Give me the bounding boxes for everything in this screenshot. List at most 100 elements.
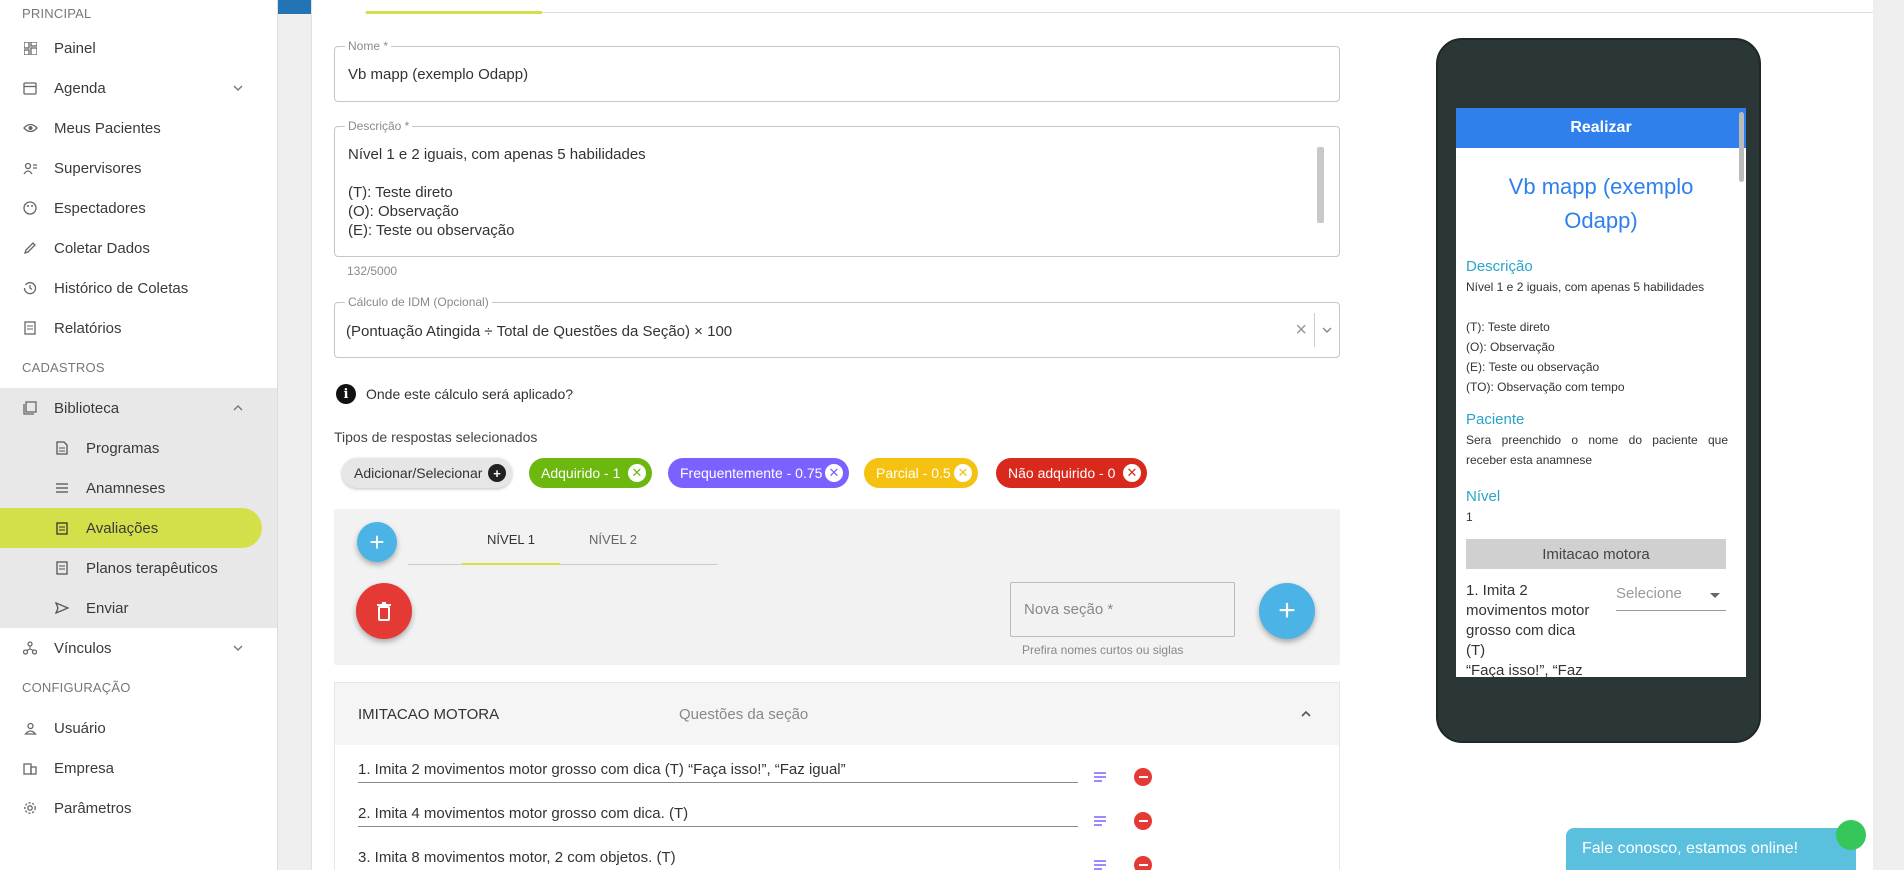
sidebar-item-enviar[interactable]: Enviar (0, 588, 277, 628)
description-counter: 132/5000 (347, 264, 398, 278)
remove-question-button[interactable] (1134, 768, 1152, 786)
tab-nivel-1[interactable]: NÍVEL 1 (462, 532, 560, 565)
description-line: (O): Observação (348, 203, 459, 220)
levels-panel: + NÍVEL 1 NÍVEL 2 Nova seção * Prefira n… (334, 509, 1340, 665)
sidebar-item-label: Espectadores (54, 199, 146, 217)
phone-screen[interactable]: Realizar Vb mapp (exemplo Odapp) Descriç… (1456, 108, 1746, 677)
sidebar-item-relatorios[interactable]: Relatórios (0, 308, 277, 348)
tab-nivel-2[interactable]: NÍVEL 2 (568, 532, 658, 562)
close-icon[interactable]: ✕ (954, 464, 972, 482)
sidebar-item-avaliacoes[interactable]: Avaliações (0, 508, 262, 548)
sidebar-item-label: Coletar Dados (54, 239, 150, 257)
delete-level-button[interactable] (356, 583, 412, 639)
sidebar-item-usuario[interactable]: Usuário (0, 708, 277, 748)
sidebar-item-vinculos[interactable]: Vínculos (0, 628, 277, 668)
clipboard-icon (54, 520, 70, 536)
chevron-down-icon (233, 85, 243, 91)
sidebar-item-label: Vínculos (54, 639, 112, 657)
close-icon[interactable]: ✕ (1123, 464, 1141, 482)
sidebar-item-agenda[interactable]: Agenda (0, 68, 277, 108)
sidebar-section-cadastros: CADASTROS (22, 360, 105, 375)
chip-label: Adquirido - 1 (541, 465, 621, 481)
chevron-up-icon (233, 405, 243, 411)
sidebar-item-espectadores[interactable]: Espectadores (0, 188, 277, 228)
chevron-up-icon[interactable] (1299, 707, 1313, 721)
eye-icon (22, 120, 38, 136)
clear-icon[interactable]: × (1295, 319, 1307, 342)
sidebar-item-supervisores[interactable]: Supervisores (0, 148, 277, 188)
description-text[interactable]: Nível 1 e 2 iguais, com apenas 5 habilid… (348, 145, 646, 240)
realizar-button[interactable]: Realizar (1456, 108, 1746, 148)
sidebar-item-parametros[interactable]: Parâmetros (0, 788, 277, 828)
name-field[interactable]: Nome * Vb mapp (exemplo Odapp) (334, 39, 1340, 102)
edit-icon[interactable] (1092, 814, 1108, 828)
preview-answer-select[interactable]: Selecione (1616, 581, 1726, 611)
question-row[interactable]: 3. Imita 8 movimentos motor, 2 com objet… (358, 841, 1078, 870)
sidebar-item-label: Supervisores (54, 159, 142, 177)
sidebar-item-coletar-dados[interactable]: Coletar Dados (0, 228, 277, 268)
chat-widget[interactable]: Fale conosco, estamos online! (1566, 820, 1866, 870)
pencil-icon (22, 240, 38, 256)
preview-description-line: (T): Teste direto (1466, 320, 1550, 334)
new-section-input[interactable]: Nova seção * (1010, 582, 1235, 637)
preview-level-value: 1 (1466, 510, 1473, 524)
close-icon[interactable]: ✕ (628, 464, 646, 482)
plus-icon: + (1278, 594, 1296, 627)
sidebar-item-painel[interactable]: Painel (0, 28, 277, 68)
send-icon (54, 600, 70, 616)
add-level-button[interactable]: + (357, 522, 397, 562)
header-accent-bar (278, 0, 311, 14)
edit-icon[interactable] (1092, 858, 1108, 870)
preview-level-label: Nível (1466, 488, 1501, 505)
question-row[interactable]: 2. Imita 4 movimentos motor grosso com d… (358, 797, 1078, 827)
chip-label: Parcial - 0.5 (876, 465, 951, 481)
sidebar-item-planos-terapeuticos[interactable]: Planos terapêuticos (0, 548, 277, 588)
sidebar-item-biblioteca[interactable]: Biblioteca (0, 388, 277, 428)
close-icon[interactable]: ✕ (825, 464, 843, 482)
description-scrollbar[interactable] (1317, 147, 1324, 223)
idm-select[interactable]: Cálculo de IDM (Opcional) (Pontuação Ati… (334, 295, 1340, 358)
add-section-button[interactable]: + (1259, 583, 1315, 639)
phone-preview: Realizar Vb mapp (exemplo Odapp) Descriç… (1436, 38, 1761, 743)
remove-question-button[interactable] (1134, 812, 1152, 830)
preview-description-line: Nível 1 e 2 iguais, com apenas 5 habilid… (1466, 280, 1705, 294)
sidebar-item-label: Relatórios (54, 319, 122, 337)
phone-scrollbar[interactable] (1739, 112, 1744, 182)
sidebar-item-label: Enviar (86, 599, 129, 617)
response-chip-nao-adquirido[interactable]: Não adquirido - 0 ✕ (996, 458, 1147, 488)
name-field-value[interactable]: Vb mapp (exemplo Odapp) (348, 66, 528, 83)
section-accordion: IMITACAO MOTORA Questões da seção 1. Imi… (334, 682, 1340, 870)
idm-info-text: Onde este cálculo será aplicado? (366, 386, 574, 402)
tab-divider (365, 12, 1873, 13)
section-header[interactable]: IMITACAO MOTORA Questões da seção (335, 683, 1339, 745)
gear-icon (22, 800, 38, 816)
question-row[interactable]: 1. Imita 2 movimentos motor grosso com d… (358, 753, 1078, 783)
idm-info[interactable]: i Onde este cálculo será aplicado? (336, 384, 573, 404)
response-chip-adquirido[interactable]: Adquirido - 1 ✕ (529, 458, 652, 488)
edit-icon[interactable] (1092, 770, 1108, 784)
remove-question-button[interactable] (1134, 856, 1152, 870)
chevron-down-icon[interactable] (1320, 323, 1334, 337)
preview-question-line: “Faça isso!”, “Faz (1466, 662, 1583, 677)
sidebar-item-label: Empresa (54, 759, 115, 777)
sidebar-item-label: Agenda (54, 79, 106, 97)
add-select-label: Adicionar/Selecionar (354, 465, 483, 481)
description-field[interactable]: Descrição * Nível 1 e 2 iguais, com apen… (334, 119, 1340, 257)
sidebar-item-label: Parâmetros (54, 799, 132, 817)
sidebar-item-meus-pacientes[interactable]: Meus Pacientes (0, 108, 277, 148)
sidebar-item-label: Painel (54, 39, 96, 57)
response-types-title: Tipos de respostas selecionados (334, 429, 538, 445)
active-tab-indicator (366, 11, 542, 14)
add-select-response-button[interactable]: Adicionar/Selecionar + (342, 458, 512, 488)
sidebar-item-label: Avaliações (86, 519, 159, 537)
response-chip-parcial[interactable]: Parcial - 0.5 ✕ (864, 458, 978, 488)
preview-patient-text: Sera preenchido o nome do paciente que r… (1466, 433, 1728, 467)
preview-description-line: (E): Teste ou observação (1466, 360, 1600, 374)
chip-label: Frequentemente - 0.75 (680, 465, 823, 481)
sidebar-item-anamneses[interactable]: Anamneses (0, 468, 277, 508)
response-chip-frequentemente[interactable]: Frequentemente - 0.75 ✕ (668, 458, 849, 488)
description-field-label: Descrição * (345, 119, 413, 133)
sidebar-item-programas[interactable]: Programas (0, 428, 277, 468)
sidebar-item-empresa[interactable]: Empresa (0, 748, 277, 788)
sidebar-item-historico[interactable]: Histórico de Coletas (0, 268, 277, 308)
